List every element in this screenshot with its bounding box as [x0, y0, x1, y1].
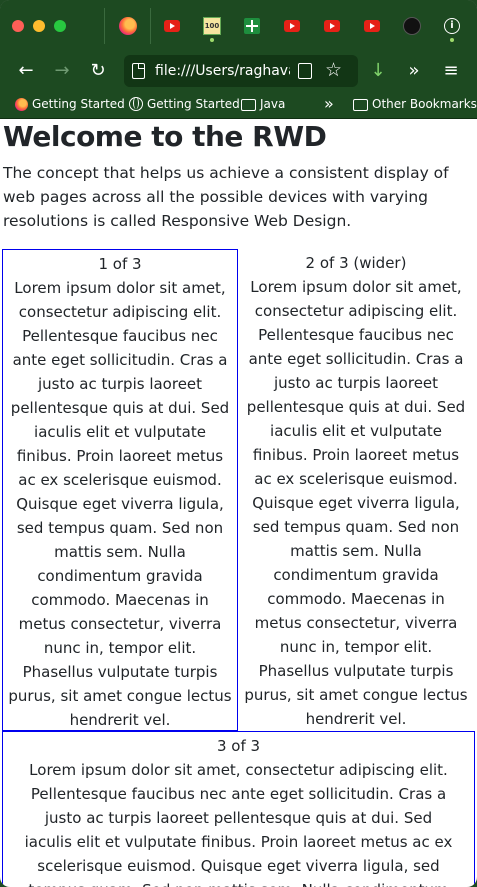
- column-1: 1 of 3 Lorem ipsum dolor sit amet, conse…: [2, 249, 238, 731]
- tab-indicator-icon: [210, 38, 214, 42]
- tab-favicon-icon: 100: [203, 17, 221, 35]
- back-button[interactable]: ←: [15, 60, 37, 82]
- tab-sheets[interactable]: [242, 16, 262, 36]
- page-info-icon[interactable]: [132, 63, 145, 79]
- minimize-window-button[interactable]: [33, 20, 45, 32]
- folder-icon: [241, 99, 256, 111]
- address-bar[interactable]: file:///Users/raghavan ☆: [124, 55, 358, 87]
- page-title: Welcome to the RWD: [3, 120, 327, 153]
- intro-paragraph: The concept that helps us achieve a cons…: [3, 164, 449, 230]
- forward-button[interactable]: →: [51, 60, 73, 82]
- hamburger-menu-icon[interactable]: ≡: [440, 60, 462, 82]
- bookmark-folder-java[interactable]: Java: [241, 96, 285, 112]
- bookmark-getting-started-2[interactable]: Getting Started: [129, 96, 240, 112]
- firefox-icon: [15, 97, 28, 111]
- github-icon: [403, 17, 421, 35]
- overflow-menu-button[interactable]: »: [403, 60, 425, 82]
- column-title: 2 of 3 (wider): [305, 254, 407, 272]
- tab-github[interactable]: [402, 16, 422, 36]
- bookmark-getting-started-1[interactable]: Getting Started: [15, 96, 125, 112]
- tab-youtube-2[interactable]: [282, 16, 302, 36]
- column-title: 1 of 3: [98, 255, 142, 273]
- tab-info[interactable]: i: [442, 16, 462, 36]
- info-icon: i: [444, 18, 460, 34]
- youtube-icon: [284, 20, 300, 32]
- column-3: 3 of 3 Lorem ipsum dolor sit amet, conse…: [2, 731, 475, 887]
- column-2: 2 of 3 (wider) Lorem ipsum dolor sit ame…: [238, 249, 474, 731]
- tab-separator: [150, 8, 151, 44]
- tab-separator: [104, 8, 105, 44]
- bookmark-star-icon[interactable]: ☆: [325, 60, 342, 80]
- column-text: Lorem ipsum dolor sit amet, consectetur …: [244, 278, 468, 728]
- bookmark-label: Other Bookmarks: [372, 97, 477, 111]
- reader-view-icon[interactable]: [298, 63, 312, 79]
- column-text: Lorem ipsum dolor sit amet, consectetur …: [24, 761, 453, 887]
- tab-youtube-1[interactable]: [162, 16, 182, 36]
- tab-firefox[interactable]: [118, 16, 138, 36]
- reload-button[interactable]: ↻: [87, 60, 109, 82]
- url-text[interactable]: file:///Users/raghavan: [155, 62, 290, 82]
- bookmark-label: Getting Started: [147, 97, 240, 111]
- navigation-toolbar: ← → ↻ file:///Users/raghavan ☆ ↓ » ≡: [0, 52, 477, 90]
- column-title: 3 of 3: [216, 737, 261, 755]
- firefox-icon: [119, 17, 137, 35]
- browser-window: 100 i ← → ↻ file:///Users/raghavan ☆ ↓ »…: [0, 0, 477, 887]
- youtube-icon: [164, 20, 180, 32]
- globe-icon: [129, 97, 143, 111]
- tab-active[interactable]: 100: [202, 16, 222, 36]
- bookmarks-overflow-button[interactable]: »: [324, 96, 334, 112]
- bookmark-label: Java: [260, 97, 286, 111]
- bookmarks-toolbar: Getting Started Getting Started Java » O…: [0, 90, 477, 119]
- spreadsheet-icon: [244, 18, 260, 34]
- tab-youtube-3[interactable]: [322, 16, 342, 36]
- maximize-window-button[interactable]: [54, 20, 66, 32]
- page-content: Welcome to the RWD The concept that help…: [0, 119, 477, 887]
- tab-strip: 100 i: [0, 0, 477, 52]
- youtube-icon: [324, 20, 340, 32]
- youtube-icon: [364, 20, 380, 32]
- folder-icon: [353, 99, 368, 111]
- close-window-button[interactable]: [12, 20, 24, 32]
- downloads-icon[interactable]: ↓: [367, 60, 389, 82]
- column-text: Lorem ipsum dolor sit amet, consectetur …: [8, 279, 232, 729]
- bookmark-folder-other[interactable]: Other Bookmarks: [353, 96, 477, 112]
- bookmark-label: Getting Started: [32, 97, 125, 111]
- tab-youtube-4[interactable]: [362, 16, 382, 36]
- tab-indicator-icon: [450, 38, 454, 42]
